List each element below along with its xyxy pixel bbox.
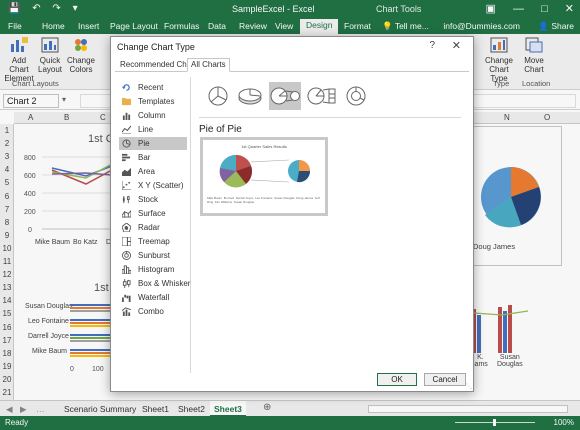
chart-type-label: Pie bbox=[138, 138, 150, 148]
legend-item: Doug James bbox=[296, 196, 314, 200]
subtype-name: Pie of Pie bbox=[199, 124, 242, 135]
chart-type-label: Area bbox=[138, 166, 155, 176]
radar-chart-icon bbox=[122, 223, 131, 232]
chart-type-recent[interactable]: Recent bbox=[119, 81, 187, 94]
pie-chart-icon bbox=[122, 139, 131, 148]
chart-type-label: Column bbox=[138, 110, 166, 120]
histogram-chart-icon bbox=[122, 265, 131, 274]
chart-type-label: Bar bbox=[138, 152, 151, 162]
preview-plot bbox=[219, 154, 311, 188]
chart-type-pie[interactable]: Pie bbox=[119, 137, 187, 150]
pie-subtype-icon bbox=[208, 86, 228, 106]
chart-type-combo[interactable]: Combo bbox=[119, 305, 187, 318]
chart-subtypes bbox=[199, 82, 459, 112]
treemap-chart-icon bbox=[122, 237, 131, 246]
cancel-button[interactable]: Cancel bbox=[424, 373, 466, 386]
dialog-tabs: Recommended Charts All Charts bbox=[115, 58, 469, 72]
chart-type-label: Line bbox=[138, 124, 154, 134]
chart-type-label: Sunburst bbox=[138, 250, 171, 260]
subtype-bar-of-pie[interactable] bbox=[307, 82, 337, 110]
subtype-pie[interactable] bbox=[205, 82, 231, 110]
chart-type-column[interactable]: Column bbox=[119, 109, 187, 122]
tab-all-charts[interactable]: All Charts bbox=[187, 58, 230, 72]
chart-type-label: Radar bbox=[138, 222, 160, 232]
waterfall-chart-icon bbox=[122, 294, 131, 302]
bar-chart-icon bbox=[122, 153, 131, 162]
scatter-chart-icon bbox=[122, 181, 131, 190]
legend-item: Susan Douglas bbox=[233, 200, 255, 204]
preview-title: 1st Quarter Sales Results bbox=[241, 144, 287, 149]
chart-type-bar[interactable]: Bar bbox=[119, 151, 187, 164]
ok-button[interactable]: OK bbox=[377, 373, 417, 386]
chart-type-label: X Y (Scatter) bbox=[138, 180, 184, 190]
area-chart-icon bbox=[122, 167, 131, 176]
chart-type-label: Combo bbox=[138, 306, 164, 316]
chart-type-surface[interactable]: Surface bbox=[119, 207, 187, 220]
chart-type-histogram[interactable]: Histogram bbox=[119, 263, 187, 276]
chart-type-label: Waterfall bbox=[138, 292, 170, 302]
subtype-pie-of-pie[interactable] bbox=[269, 82, 301, 110]
3d-pie-subtype-icon bbox=[238, 88, 262, 105]
subtype-divider bbox=[199, 117, 461, 118]
legend-item: Susan Douglas bbox=[274, 196, 295, 200]
chart-type-label: Treemap bbox=[138, 236, 170, 246]
chart-type-area[interactable]: Area bbox=[119, 165, 187, 178]
preview-legend: Mike Baum Bo Katz Darrell Joyce Leo Font… bbox=[207, 196, 325, 204]
doughnut-subtype-icon bbox=[346, 86, 366, 106]
chart-type-scatter[interactable]: X Y (Scatter) bbox=[119, 179, 187, 192]
resize-grip-icon[interactable]: ⋱ bbox=[466, 383, 472, 390]
chart-type-label: Histogram bbox=[138, 264, 175, 274]
dialog-title: Change Chart Type bbox=[117, 42, 195, 52]
legend-item: Leo Fontaine bbox=[255, 196, 273, 200]
pie-of-pie-subtype-icon bbox=[270, 87, 300, 105]
chart-type-waterfall[interactable]: Waterfall bbox=[119, 291, 187, 304]
chart-type-list: Recent Templates Column Line Pie Bar Are… bbox=[119, 77, 191, 373]
chart-type-label: Box & Whisker bbox=[138, 278, 191, 288]
subtype-3d-pie[interactable] bbox=[237, 82, 263, 110]
chart-type-line[interactable]: Line bbox=[119, 123, 187, 136]
folder-icon bbox=[122, 97, 131, 106]
combo-chart-icon bbox=[122, 307, 131, 316]
sunburst-chart-icon bbox=[122, 251, 131, 260]
chart-type-radar[interactable]: Radar bbox=[119, 221, 187, 234]
surface-chart-icon bbox=[122, 210, 131, 218]
chart-type-label: Stock bbox=[138, 194, 159, 204]
chart-type-stock[interactable]: Stock bbox=[119, 193, 187, 206]
change-chart-type-dialog: Change Chart Type ? ✕ Recommended Charts… bbox=[110, 36, 474, 392]
chart-type-label: Templates bbox=[138, 96, 175, 106]
subtype-doughnut[interactable] bbox=[343, 82, 369, 110]
chart-type-label: Surface bbox=[138, 208, 166, 218]
chart-type-sunburst[interactable]: Sunburst bbox=[119, 249, 187, 262]
chart-type-box-whisker[interactable]: Box & Whisker bbox=[119, 277, 191, 290]
column-chart-icon bbox=[122, 112, 131, 120]
line-chart-icon bbox=[122, 125, 131, 134]
bar-of-pie-subtype-icon bbox=[307, 87, 336, 105]
chart-preview[interactable]: 1st Quarter Sales Results Mike Baum Bo K… bbox=[200, 137, 328, 216]
chart-type-templates[interactable]: Templates bbox=[119, 95, 187, 108]
recent-icon bbox=[122, 84, 130, 91]
box-whisker-chart-icon bbox=[122, 279, 131, 288]
legend-item: Kim Williams bbox=[214, 200, 233, 204]
close-icon[interactable]: ✕ bbox=[452, 39, 461, 52]
stock-chart-icon bbox=[122, 195, 130, 204]
chart-type-label: Recent bbox=[138, 82, 164, 92]
help-icon[interactable]: ? bbox=[429, 40, 435, 51]
chart-type-treemap[interactable]: Treemap bbox=[119, 235, 187, 248]
